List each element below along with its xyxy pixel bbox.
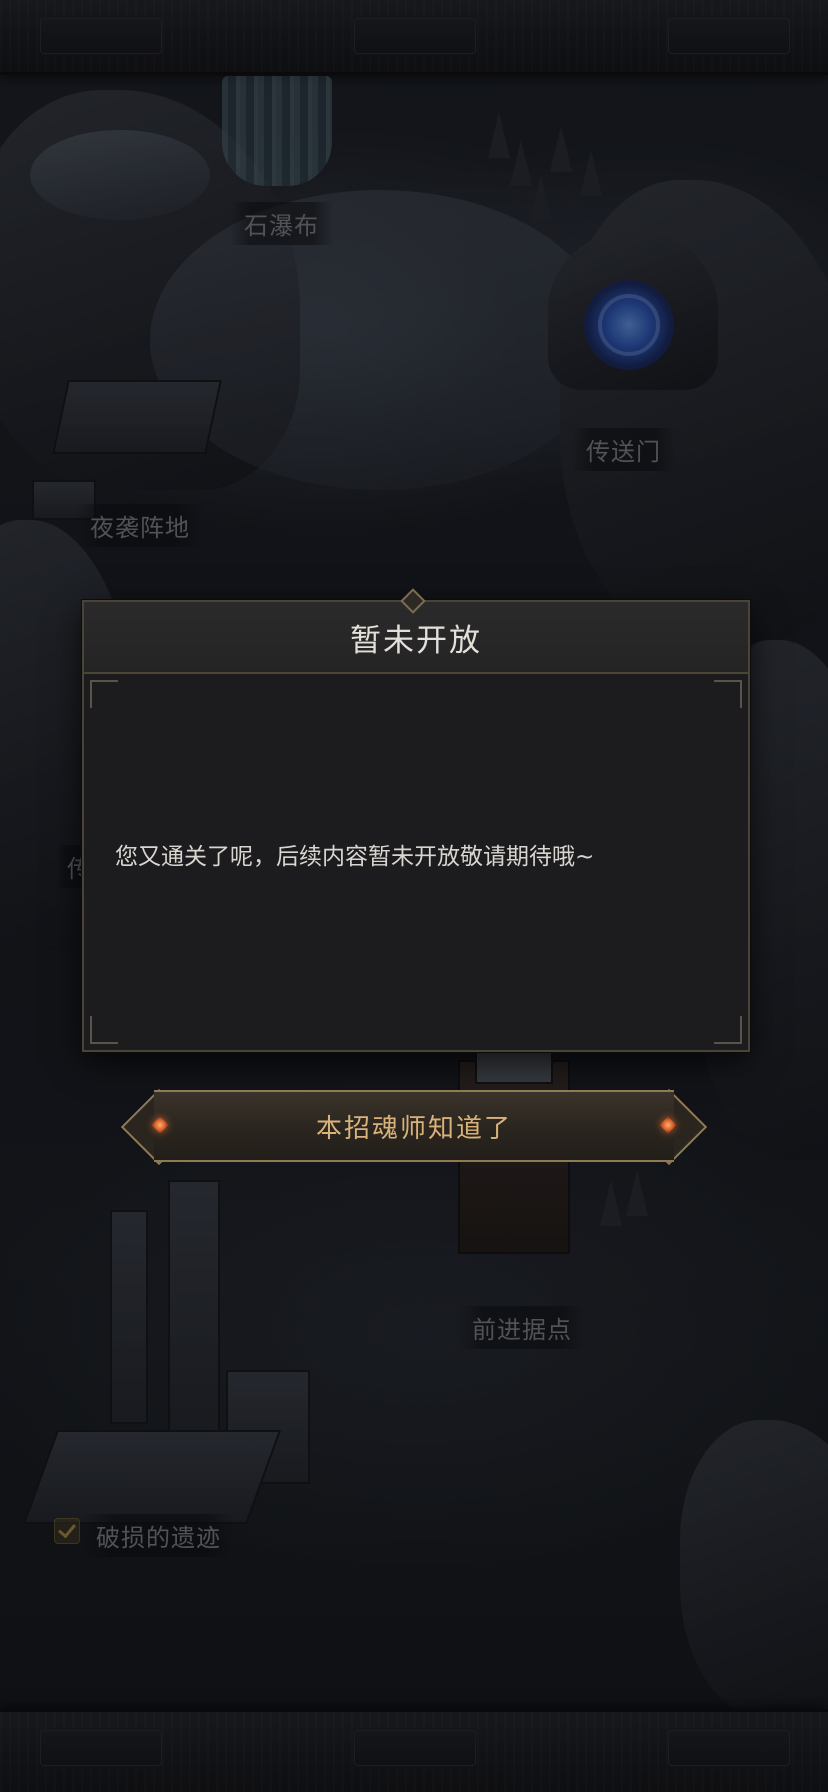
dialog-title: 暂未开放: [350, 622, 482, 659]
corner-ornament: [714, 1016, 742, 1044]
dialog-message: 您又通关了呢，后续内容暂未开放敬请期待哦~: [115, 844, 595, 870]
game-screen: 石瀑布 传送门 夜袭阵地 传 前进据点 破损的遗迹 暂未开放 您又通关了呢，后续…: [0, 0, 828, 1792]
confirm-button[interactable]: 本招魂师知道了: [120, 1088, 708, 1166]
corner-ornament: [90, 1016, 118, 1044]
confirm-button-label: 本招魂师知道了: [315, 1113, 512, 1144]
not-open-dialog: 暂未开放 您又通关了呢，后续内容暂未开放敬请期待哦~: [82, 600, 750, 1052]
corner-ornament: [714, 680, 742, 708]
corner-ornament: [90, 680, 118, 708]
dialog-header: 暂未开放: [84, 602, 748, 674]
